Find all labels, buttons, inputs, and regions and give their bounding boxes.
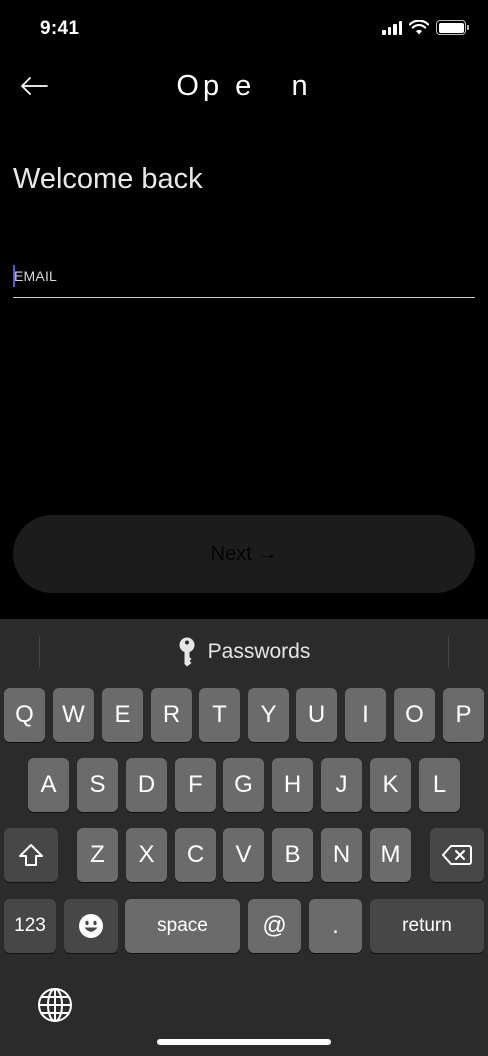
key-s[interactable]: S	[77, 758, 118, 812]
key-e[interactable]: E	[102, 688, 143, 742]
key-z[interactable]: Z	[77, 828, 118, 882]
key-d[interactable]: D	[126, 758, 167, 812]
key-p[interactable]: P	[443, 688, 484, 742]
next-button[interactable]: Next →	[13, 515, 475, 593]
return-key[interactable]: return	[370, 899, 484, 953]
space-key[interactable]: space	[125, 899, 240, 953]
key-icon	[179, 637, 195, 667]
key-c[interactable]: C	[175, 828, 216, 882]
key-o[interactable]: O	[394, 688, 435, 742]
numbers-key[interactable]: 123	[4, 899, 56, 953]
dot-key[interactable]: .	[309, 899, 362, 953]
key-v[interactable]: V	[223, 828, 264, 882]
emoji-icon	[79, 914, 103, 938]
email-field[interactable]: EMAIL	[13, 258, 475, 298]
key-f[interactable]: F	[175, 758, 216, 812]
page-title: Welcome back	[13, 163, 203, 195]
key-r[interactable]: R	[151, 688, 192, 742]
delete-key[interactable]	[430, 828, 484, 882]
keyboard-suggestion-bar: Passwords	[0, 619, 488, 683]
passwords-suggestion[interactable]: Passwords	[0, 637, 488, 667]
shift-key[interactable]	[4, 828, 58, 882]
header: Op e n	[0, 60, 488, 112]
key-y[interactable]: Y	[248, 688, 289, 742]
home-indicator	[157, 1039, 331, 1045]
key-u[interactable]: U	[296, 688, 337, 742]
key-m[interactable]: M	[370, 828, 411, 882]
key-n[interactable]: N	[321, 828, 362, 882]
shift-icon	[19, 844, 43, 866]
app-title: Op e n	[176, 70, 312, 102]
key-g[interactable]: G	[223, 758, 264, 812]
backspace-icon	[442, 845, 472, 865]
emoji-key[interactable]	[64, 899, 118, 953]
space-key-label: space	[157, 915, 208, 936]
key-t[interactable]: T	[199, 688, 240, 742]
key-q[interactable]: Q	[4, 688, 45, 742]
key-h[interactable]: H	[272, 758, 313, 812]
keyboard: Passwords Q W E R T Y U I O P A S D F G …	[0, 619, 488, 1056]
globe-button[interactable]	[35, 985, 75, 1025]
at-key[interactable]: @	[248, 899, 301, 953]
cellular-signal-icon	[382, 20, 402, 35]
key-x[interactable]: X	[126, 828, 167, 882]
key-a[interactable]: A	[28, 758, 69, 812]
status-icons	[382, 20, 469, 35]
status-bar: 9:41	[0, 0, 488, 60]
key-k[interactable]: K	[370, 758, 411, 812]
status-time: 9:41	[40, 18, 80, 39]
email-placeholder: EMAIL	[14, 268, 58, 284]
passwords-label: Passwords	[207, 640, 311, 663]
key-i[interactable]: I	[345, 688, 386, 742]
wifi-icon	[409, 20, 429, 35]
key-l[interactable]: L	[419, 758, 460, 812]
key-j[interactable]: J	[321, 758, 362, 812]
key-b[interactable]: B	[272, 828, 313, 882]
battery-icon	[436, 20, 469, 35]
globe-icon	[38, 988, 72, 1022]
key-w[interactable]: W	[53, 688, 94, 742]
next-button-label: Next →	[210, 542, 278, 565]
return-key-label: return	[402, 915, 452, 936]
numbers-key-label: 123	[14, 915, 46, 936]
